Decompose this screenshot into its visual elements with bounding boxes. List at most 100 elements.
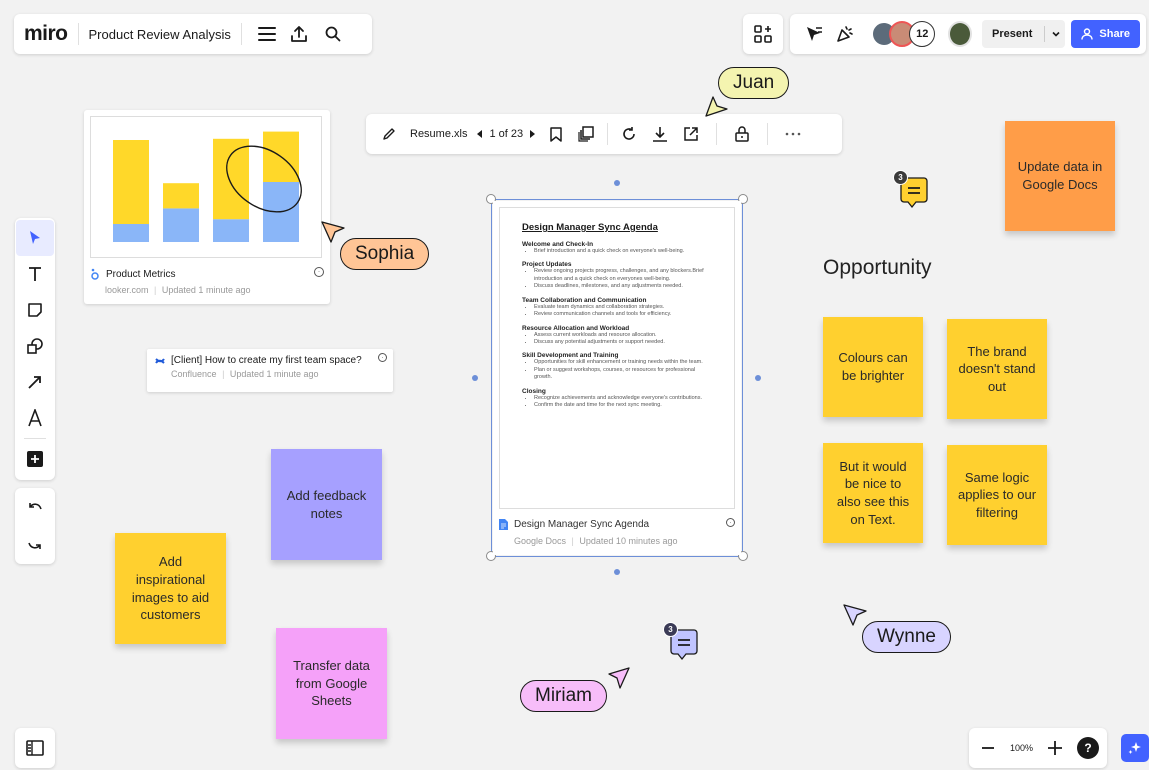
- link-options-icon[interactable]: ·: [378, 353, 387, 362]
- more-tools[interactable]: [16, 441, 54, 477]
- confluence-meta: Confluence | Updated 1 minute ago: [171, 369, 385, 379]
- connector-tool[interactable]: [16, 364, 54, 400]
- redo-button[interactable]: [16, 526, 54, 562]
- confluence-embed-card[interactable]: [Client] How to create my first team spa…: [147, 349, 393, 392]
- sticky-note-inspirational[interactable]: Add inspirational images to aid customer…: [115, 533, 226, 644]
- menu-icon[interactable]: [252, 19, 282, 49]
- search-icon[interactable]: [316, 19, 350, 49]
- external-link-icon: [684, 127, 698, 141]
- connector-point[interactable]: [472, 375, 478, 381]
- doc-section-list: Brief introduction and a quick check on …: [522, 248, 712, 255]
- file-context-toolbar: Resume.xls 1 of 23: [366, 114, 842, 154]
- copy-pages-icon: [578, 126, 594, 142]
- doc-section-item: Recognize achievements and acknowledge e…: [534, 395, 712, 402]
- zoom-in-button[interactable]: [1044, 737, 1066, 759]
- previous-page-button[interactable]: [471, 120, 489, 148]
- confluence-source: Confluence: [171, 369, 217, 379]
- connector-point[interactable]: [614, 180, 620, 186]
- comment-thread[interactable]: 3: [662, 621, 706, 668]
- pen-icon: [28, 409, 42, 427]
- doc-card-title-row: Design Manager Sync Agenda: [499, 519, 649, 530]
- text-tool[interactable]: [16, 256, 54, 292]
- file-name[interactable]: Resume.xls: [410, 128, 467, 140]
- link-options-icon[interactable]: ·: [314, 267, 324, 277]
- upload-icon[interactable]: [282, 19, 316, 49]
- sticky-note-update-data[interactable]: Update data in Google Docs: [1005, 121, 1115, 231]
- user-icon: [1081, 28, 1094, 40]
- bookmark-button[interactable]: [541, 120, 571, 148]
- plus-square-icon: [27, 451, 43, 467]
- pointer-icon: [30, 231, 40, 244]
- present-button[interactable]: Present: [982, 20, 1066, 48]
- help-button[interactable]: ?: [1076, 737, 1099, 759]
- ai-assistant-button[interactable]: [1121, 734, 1149, 762]
- zoom-out-button[interactable]: [977, 737, 999, 759]
- redo-icon: [28, 542, 41, 549]
- sticky-note-text: The brand doesn't stand out: [958, 343, 1036, 394]
- meta-separator: |: [571, 536, 574, 546]
- sticky-note-brand[interactable]: The brand doesn't stand out: [947, 319, 1047, 419]
- connector-point[interactable]: [614, 569, 620, 575]
- zoom-level[interactable]: 100%: [1010, 743, 1033, 753]
- comment-thread[interactable]: 3: [892, 169, 936, 216]
- user-avatar[interactable]: [947, 21, 973, 47]
- history-toolbar: [15, 488, 55, 564]
- cursor-name: Juan: [733, 72, 775, 93]
- sticky-note-icon: [28, 303, 42, 317]
- collaborator-avatars[interactable]: 12: [871, 21, 936, 47]
- more-options-button[interactable]: [778, 120, 808, 148]
- doc-preview: Design Manager Sync Agenda Welcome and C…: [499, 207, 735, 509]
- connector-point[interactable]: [755, 375, 761, 381]
- sticky-note-nice-to-see[interactable]: But it would be nice to also see this on…: [823, 443, 923, 543]
- shapes-tool[interactable]: [16, 328, 54, 364]
- frame-heading[interactable]: Opportunity: [823, 256, 932, 280]
- select-tool[interactable]: [16, 220, 54, 256]
- lock-icon: [735, 126, 749, 142]
- header-divider: [240, 23, 242, 45]
- doc-section-list: Recognize achievements and acknowledge e…: [522, 395, 712, 410]
- cursor-follow-icon[interactable]: [800, 19, 828, 49]
- google-doc-card[interactable]: Design Manager Sync Agenda Welcome and C…: [493, 201, 741, 555]
- sticky-note-feedback[interactable]: Add feedback notes: [271, 449, 382, 560]
- celebrate-icon[interactable]: [832, 19, 860, 49]
- frames-button[interactable]: [15, 728, 55, 768]
- looker-chart-preview: [90, 116, 322, 258]
- doc-section-heading: Project Updates: [522, 261, 572, 269]
- doc-sections: Welcome and Check-InBrief introduction a…: [522, 241, 712, 409]
- undo-icon: [29, 503, 42, 510]
- comment-count-badge: 3: [893, 170, 908, 185]
- open-external-button[interactable]: [676, 120, 706, 148]
- sticky-note-colours[interactable]: Colours can be brighter: [823, 317, 923, 417]
- pen-tool[interactable]: [16, 400, 54, 436]
- download-button[interactable]: [644, 120, 676, 148]
- cursor-pointer-icon: [705, 96, 728, 117]
- doc-section-item: Confirm the date and time for the next s…: [534, 402, 712, 409]
- doc-section-list: Assess current workloads and resource al…: [522, 332, 712, 347]
- chevron-down-icon[interactable]: [1051, 29, 1061, 39]
- edit-button[interactable]: [376, 120, 402, 148]
- shapes-icon: [27, 338, 43, 354]
- cursor-name: Wynne: [877, 626, 936, 647]
- doc-section-item: Discuss deadlines, milestones, and any a…: [534, 283, 712, 290]
- pages-button[interactable]: [571, 120, 601, 148]
- cursor-pointer-icon: [608, 667, 630, 689]
- miro-logo[interactable]: miro: [24, 22, 68, 46]
- sticky-note-transfer[interactable]: Transfer data from Google Sheets: [276, 628, 387, 739]
- sticky-note-same-logic[interactable]: Same logic applies to our filtering: [947, 445, 1047, 545]
- looker-logo-icon: [91, 268, 99, 280]
- board-title[interactable]: Product Review Analysis: [89, 27, 231, 42]
- lock-button[interactable]: [727, 120, 757, 148]
- looker-embed-card[interactable]: Product Metrics looker.com | Updated 1 m…: [84, 110, 330, 304]
- undo-button[interactable]: [16, 490, 54, 526]
- share-button[interactable]: Share: [1071, 20, 1140, 48]
- comment-count: 3: [668, 625, 673, 634]
- sticky-note-tool[interactable]: [16, 292, 54, 328]
- doc-section-item: Opportunities for skill enhancement or t…: [534, 359, 712, 366]
- refresh-button[interactable]: [614, 120, 644, 148]
- next-page-button[interactable]: [523, 120, 541, 148]
- minus-icon: [982, 747, 994, 749]
- doc-section-item: Plan or suggest workshops, courses, or r…: [534, 367, 712, 382]
- apps-button[interactable]: [743, 14, 783, 54]
- confluence-logo-icon: [155, 357, 165, 364]
- link-options-icon[interactable]: ·: [726, 518, 735, 527]
